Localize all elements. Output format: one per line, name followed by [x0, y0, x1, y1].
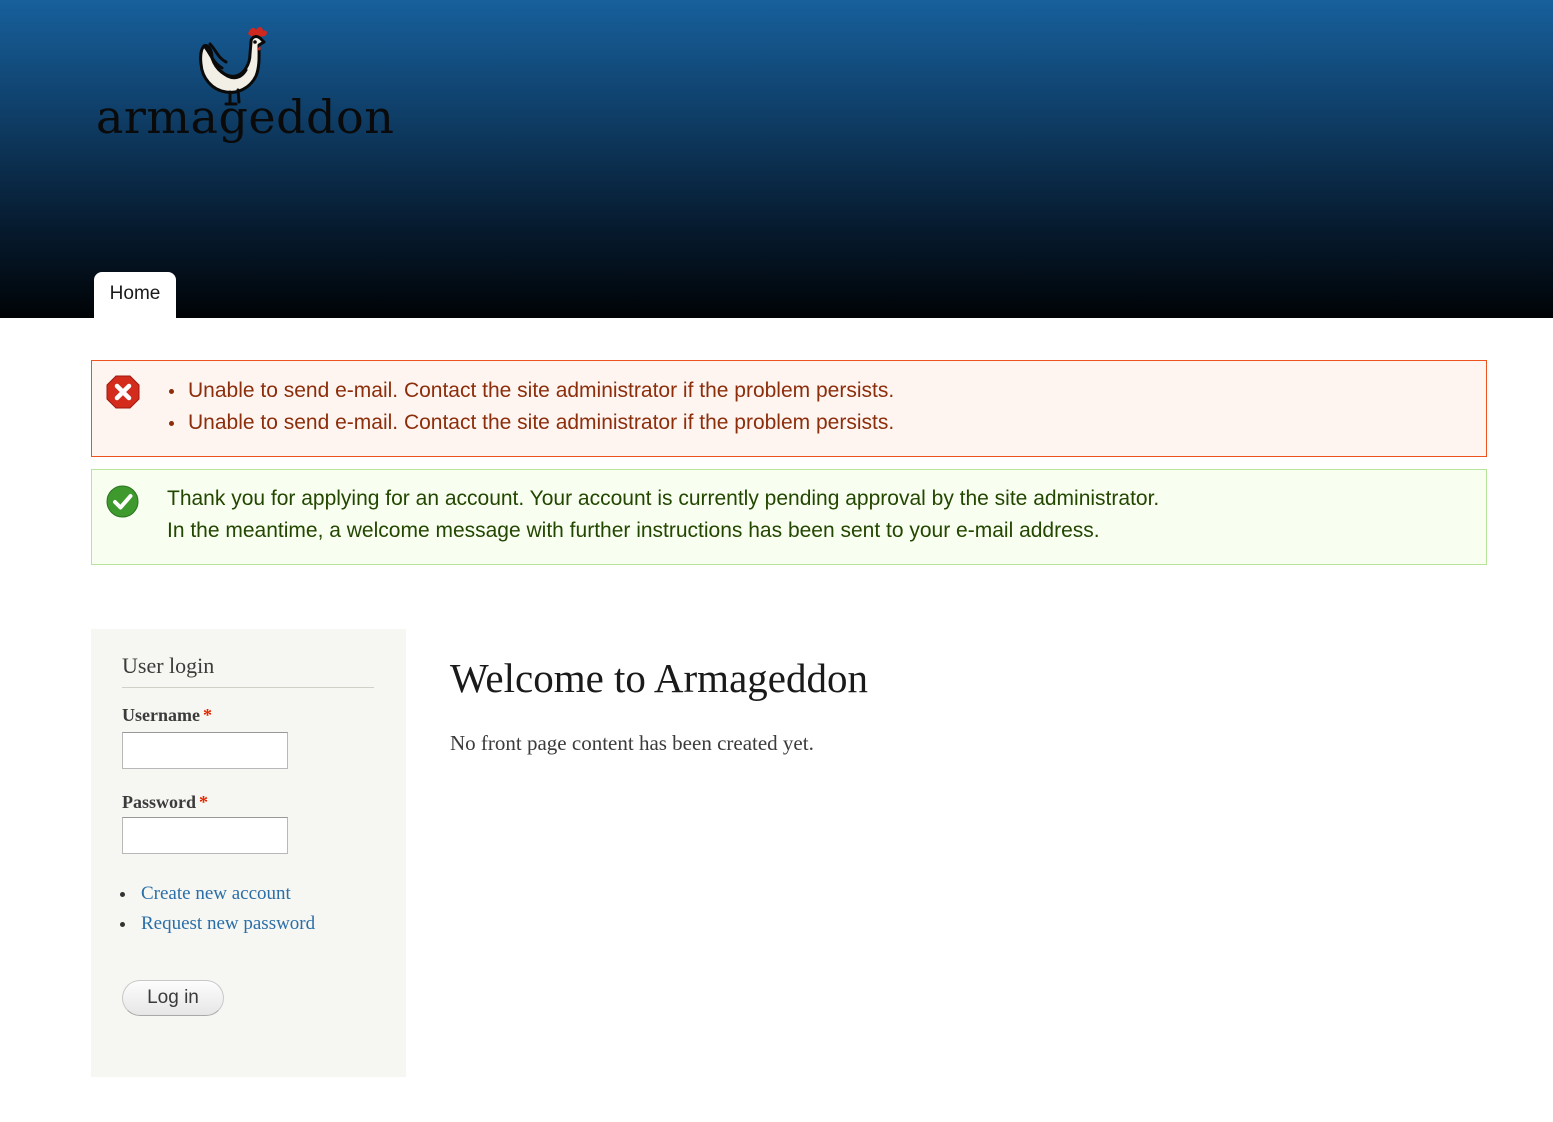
status-line: In the meantime, a welcome message with …	[167, 519, 1100, 542]
status-text: Thank you for applying for an account. Y…	[167, 483, 1159, 547]
password-label: Password *	[122, 792, 208, 813]
error-item: Unable to send e-mail. Contact the site …	[168, 375, 894, 407]
status-line: Thank you for applying for an account. Y…	[167, 487, 1160, 510]
site-header: armageddon Home	[0, 0, 1553, 319]
error-messages: Unable to send e-mail. Contact the site …	[91, 360, 1487, 457]
list-item: Request new password	[117, 909, 315, 939]
account-links: Create new account Request new password	[117, 879, 315, 939]
error-list: Unable to send e-mail. Contact the site …	[168, 375, 894, 439]
username-label: Username *	[122, 705, 212, 726]
create-account-link[interactable]: Create new account	[141, 883, 291, 904]
check-icon	[106, 485, 139, 518]
required-marker: *	[202, 705, 212, 725]
user-login-block: User login Username * Password * Create ne…	[91, 629, 406, 1077]
password-input[interactable]	[122, 817, 288, 854]
list-item: Create new account	[117, 879, 315, 909]
password-label-text: Password	[122, 792, 197, 812]
block-title: User login	[122, 653, 215, 678]
username-input[interactable]	[122, 732, 288, 769]
log-in-button[interactable]: Log in	[122, 980, 224, 1016]
username-label-text: Username	[122, 705, 200, 725]
page-body-text: No front page content has been created y…	[450, 731, 814, 755]
site-logo-link[interactable]: armageddon	[96, 24, 394, 154]
required-marker: *	[199, 792, 209, 812]
error-item: Unable to send e-mail. Contact the site …	[168, 407, 894, 439]
error-icon	[106, 375, 140, 409]
request-password-link[interactable]: Request new password	[141, 913, 315, 934]
page-title: Welcome to Armageddon	[450, 655, 868, 701]
site-name: armageddon	[96, 90, 395, 144]
title-divider	[122, 687, 374, 688]
nav-tab-home[interactable]: Home	[94, 272, 176, 319]
status-message: Thank you for applying for an account. Y…	[91, 469, 1487, 565]
